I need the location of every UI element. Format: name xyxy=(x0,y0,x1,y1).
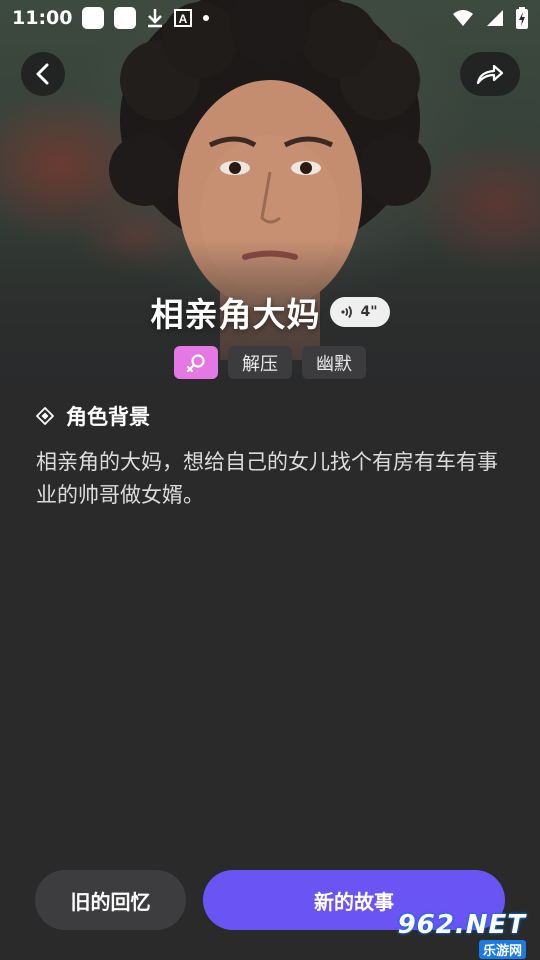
voice-preview-button[interactable]: 4" xyxy=(330,297,390,327)
old-memory-button[interactable]: 旧的回忆 xyxy=(35,870,186,930)
gender-tag xyxy=(174,346,218,379)
voice-duration: 4" xyxy=(360,304,378,320)
character-name: 相亲角大妈 xyxy=(150,295,321,334)
character-title-row: 相亲角大妈 4" xyxy=(0,288,540,336)
back-button[interactable] xyxy=(21,52,65,96)
chevron-left-icon xyxy=(36,63,49,85)
share-arrow-icon xyxy=(476,64,504,85)
signal-icon xyxy=(487,10,503,26)
download-icon xyxy=(148,9,163,28)
wifi-icon xyxy=(453,10,473,26)
battery-charging-icon xyxy=(516,7,528,29)
font-icon: A xyxy=(174,9,193,27)
diamond-icon xyxy=(36,407,54,425)
section-title: 角色背景 xyxy=(66,405,150,429)
svg-text:A: A xyxy=(179,12,188,26)
section-header: 角色背景 xyxy=(36,401,150,431)
status-time: 11:00 xyxy=(12,7,73,29)
dot-icon xyxy=(203,15,210,21)
watermark-logo: 962.NET xyxy=(397,910,526,940)
share-button[interactable] xyxy=(460,52,520,96)
tag-item: 解压 xyxy=(228,346,292,379)
status-bar: 11:00 A xyxy=(0,0,540,36)
character-description: 相亲角的大妈，想给自己的女儿找个有房有车有事业的帅哥做女婿。 xyxy=(36,450,498,507)
site-watermark: 962.NET 乐游网 xyxy=(397,910,536,959)
tag-item: 幽默 xyxy=(302,346,366,379)
tag-list: 解压 幽默 xyxy=(0,346,540,379)
sound-wave-icon xyxy=(341,305,353,319)
watermark-subtitle: 乐游网 xyxy=(478,940,526,959)
app-icon xyxy=(114,7,137,29)
app-icon xyxy=(82,7,105,29)
female-icon xyxy=(186,353,205,372)
